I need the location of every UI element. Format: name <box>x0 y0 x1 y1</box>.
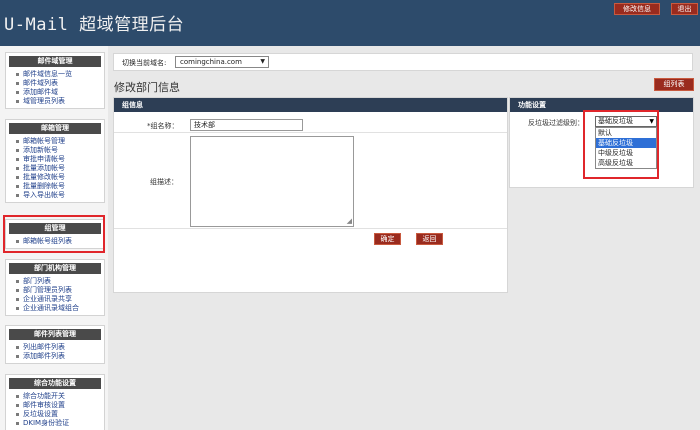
domain-select-value: comingchina.com <box>180 58 242 66</box>
group-list-button[interactable]: 组列表 <box>654 78 694 91</box>
sidebar-item-mail-audit[interactable]: 邮件审核设置 <box>16 401 104 410</box>
domain-select[interactable]: comingchina.com ▼ <box>175 56 269 68</box>
sidebar-item-domain-list[interactable]: 邮件域列表 <box>16 79 104 88</box>
edit-info-button[interactable]: 修改信息 <box>614 3 660 15</box>
confirm-button[interactable]: 确定 <box>374 233 401 245</box>
spam-level-label: 反垃圾过滤级别： <box>528 119 584 127</box>
sidebar-item-domain-admins[interactable]: 域管理员列表 <box>16 97 104 106</box>
sidebar-section-title: 邮件列表管理 <box>9 329 101 340</box>
features-panel: 功能设置 反垃圾过滤级别： 基础反垃圾 ▼ 默认 基础反垃圾 中级反垃圾 高级反… <box>509 97 694 188</box>
sidebar-section-title: 组管理 <box>9 223 101 234</box>
chevron-down-icon: ▼ <box>649 118 654 125</box>
resize-grip-icon[interactable]: ◢ <box>347 218 352 225</box>
sidebar: 邮件域管理 邮件域信息一览 邮件域列表 添加邮件域 域管理员列表 邮箱管理 邮箱… <box>0 46 108 430</box>
sidebar-item-import-export[interactable]: 导入导出帐号 <box>16 191 104 200</box>
dropdown-option-selected[interactable]: 基础反垃圾 <box>596 138 656 148</box>
sidebar-item-batch-edit[interactable]: 批量修改帐号 <box>16 173 104 182</box>
sidebar-item-domain-overview[interactable]: 邮件域信息一览 <box>16 70 104 79</box>
sidebar-section-mailbox: 邮箱管理 邮箱帐号管理 添加新帐号 审批申请帐号 批量添加帐号 批量修改帐号 批… <box>5 119 105 203</box>
sidebar-item-department-admins[interactable]: 部门管理员列表 <box>16 286 104 295</box>
sidebar-item-add-maillist[interactable]: 添加邮件列表 <box>16 352 104 361</box>
chevron-down-icon: ▼ <box>260 58 265 65</box>
sidebar-section-maillist: 邮件列表管理 列出邮件列表 添加邮件列表 <box>5 325 105 364</box>
sidebar-item-batch-add[interactable]: 批量添加帐号 <box>16 164 104 173</box>
spam-level-select[interactable]: 基础反垃圾 ▼ <box>595 116 657 127</box>
domain-switch-label: 切换当前域名: <box>122 59 167 67</box>
page-title: 修改部门信息 <box>114 81 180 94</box>
sidebar-item-add-domain[interactable]: 添加邮件域 <box>16 88 104 97</box>
sidebar-section-group: 组管理 邮箱帐号组列表 <box>5 219 105 249</box>
sidebar-section-department: 部门机构管理 部门列表 部门管理员列表 企业通讯录共享 企业通讯录域组合 <box>5 259 105 316</box>
dropdown-option[interactable]: 默认 <box>596 128 656 138</box>
dropdown-option[interactable]: 高级反垃圾 <box>596 158 656 168</box>
spam-level-dropdown: 默认 基础反垃圾 中级反垃圾 高级反垃圾 <box>595 127 657 169</box>
sidebar-section-title: 部门机构管理 <box>9 263 101 274</box>
sidebar-section-domain: 邮件域管理 邮件域信息一览 邮件域列表 添加邮件域 域管理员列表 <box>5 52 105 109</box>
logout-button[interactable]: 退出 <box>671 3 698 15</box>
sidebar-item-department-list[interactable]: 部门列表 <box>16 277 104 286</box>
sidebar-item-feature-switch[interactable]: 综合功能开关 <box>16 392 104 401</box>
dropdown-option[interactable]: 中级反垃圾 <box>596 148 656 158</box>
sidebar-item-dkim[interactable]: DKIM身份验证 <box>16 419 104 428</box>
sidebar-item-addressbook-combine[interactable]: 企业通讯录域组合 <box>16 304 104 313</box>
domain-switch-bar: 切换当前域名: comingchina.com ▼ <box>113 53 693 71</box>
sidebar-item-approve-accounts[interactable]: 审批申请帐号 <box>16 155 104 164</box>
sidebar-item-list-maillists[interactable]: 列出邮件列表 <box>16 343 104 352</box>
top-header: U-Mail 超域管理后台 修改信息 退出 <box>0 0 700 46</box>
sidebar-item-account-manage[interactable]: 邮箱帐号管理 <box>16 137 104 146</box>
sidebar-section-title: 邮件域管理 <box>9 56 101 67</box>
group-info-header: 组信息 <box>114 98 507 112</box>
sidebar-item-batch-delete[interactable]: 批量删除帐号 <box>16 182 104 191</box>
sidebar-item-addressbook-share[interactable]: 企业通讯录共享 <box>16 295 104 304</box>
sidebar-section-settings: 综合功能设置 综合功能开关 邮件审核设置 反垃圾设置 DKIM身份验证 <box>5 374 105 430</box>
sidebar-section-title: 邮箱管理 <box>9 123 101 134</box>
group-desc-label: 组描述： <box>150 178 178 186</box>
group-name-label: *组名称： <box>147 122 179 130</box>
sidebar-item-group-list[interactable]: 邮箱帐号组列表 <box>16 237 104 246</box>
sidebar-item-add-account[interactable]: 添加新帐号 <box>16 146 104 155</box>
main-content: 切换当前域名: comingchina.com ▼ 修改部门信息 组列表 组信息… <box>108 46 700 430</box>
back-button[interactable]: 返回 <box>416 233 443 245</box>
row-divider <box>114 228 507 229</box>
features-header: 功能设置 <box>510 98 693 112</box>
spam-level-value: 基础反垃圾 <box>598 117 633 125</box>
group-desc-textarea[interactable]: ◢ <box>190 136 354 227</box>
sidebar-section-title: 综合功能设置 <box>9 378 101 389</box>
app-title: U-Mail 超域管理后台 <box>4 15 185 35</box>
group-info-panel: 组信息 *组名称： 技术部 组描述： ◢ 确定 返回 <box>113 97 508 293</box>
sidebar-item-antispam[interactable]: 反垃圾设置 <box>16 410 104 419</box>
row-divider <box>114 132 507 133</box>
group-name-input[interactable]: 技术部 <box>190 119 303 131</box>
